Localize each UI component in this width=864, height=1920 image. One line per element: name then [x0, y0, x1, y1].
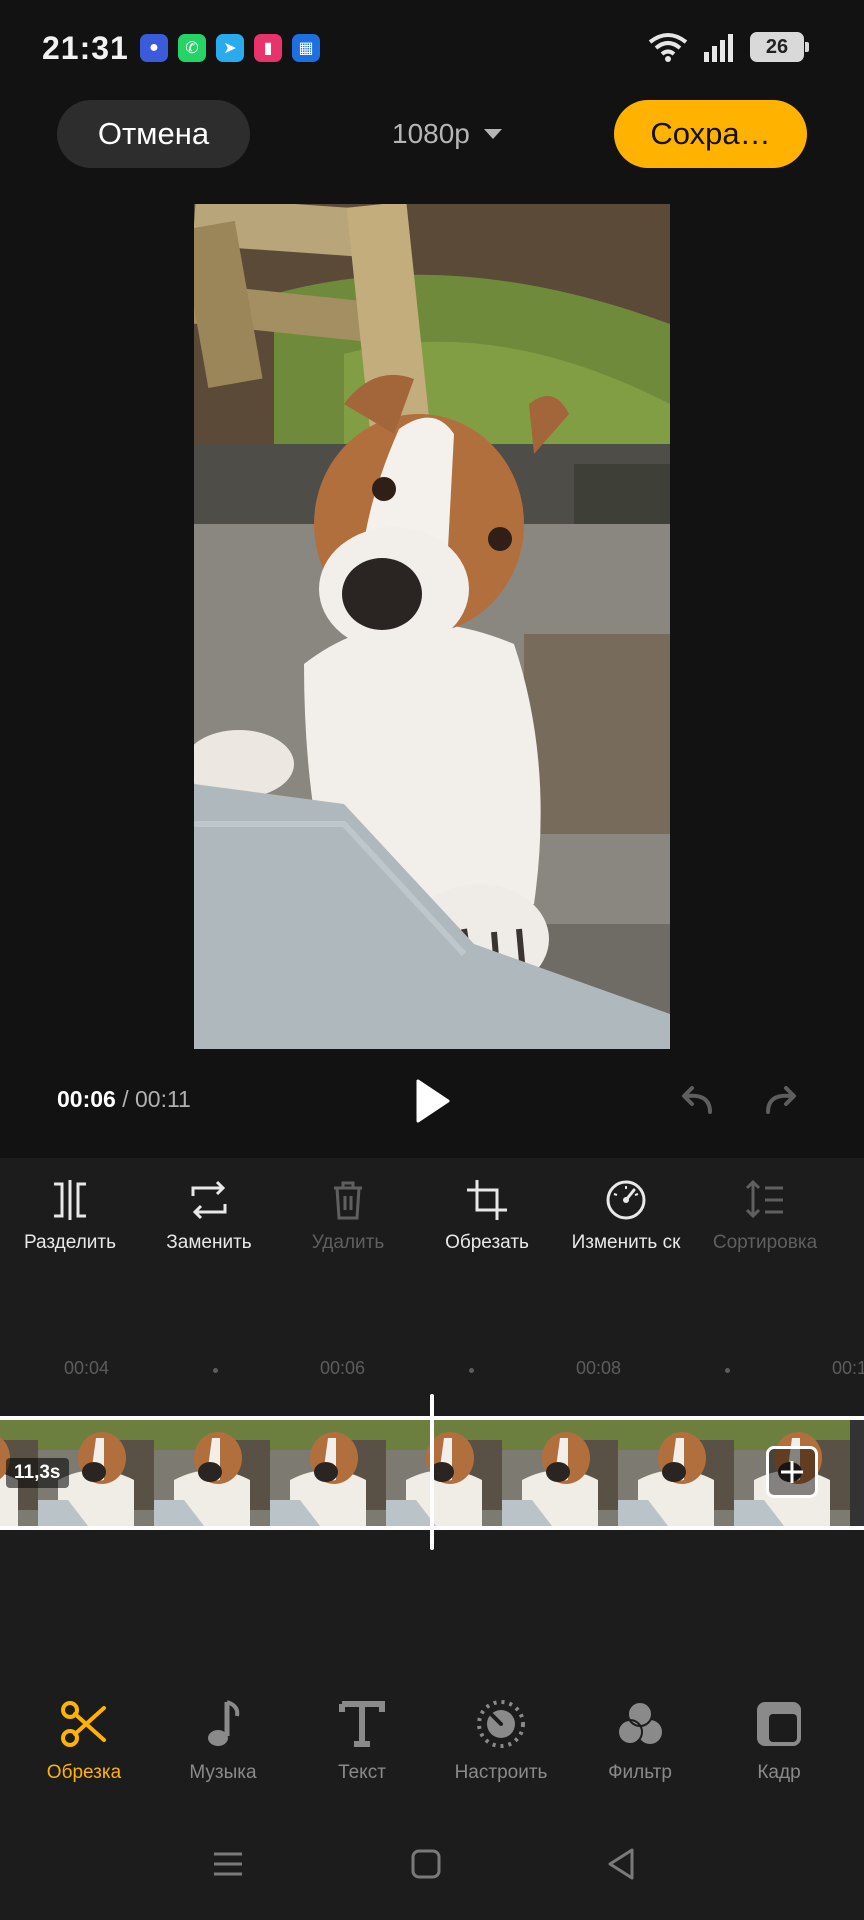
clip-duration-badge: 11,3s — [6, 1458, 69, 1488]
chat-app-icon: ● — [140, 34, 168, 62]
add-clip-button[interactable] — [766, 1446, 818, 1498]
replace-icon — [191, 1180, 227, 1220]
undo-icon[interactable] — [676, 1084, 716, 1118]
status-indicators: 26 — [648, 32, 809, 62]
ruler-tick: 00:1 — [832, 1358, 864, 1378]
speed-button[interactable]: Изменить ск — [561, 1178, 691, 1278]
sort-button[interactable]: Сортировка — [700, 1178, 830, 1278]
system-nav-bar — [0, 1818, 864, 1918]
timeline-ruler: 00:04 00:06 00:08 00:1 — [0, 1358, 864, 1388]
clip-thumbnail — [154, 1420, 270, 1526]
video-preview[interactable] — [194, 204, 670, 1049]
time-separator: / — [122, 1086, 129, 1112]
back-icon[interactable] — [602, 1844, 642, 1884]
crop-icon — [467, 1180, 507, 1220]
frame-icon — [757, 1702, 801, 1746]
clip-thumbnail — [502, 1420, 618, 1526]
total-time: 00:11 — [135, 1086, 191, 1112]
editor-panel: Разделить Заменить Удалить Обрезать Изме… — [0, 1158, 864, 1920]
speed-icon — [606, 1180, 646, 1220]
whatsapp-icon: ✆ — [178, 34, 206, 62]
nav-adjust[interactable]: Настроить — [431, 1698, 571, 1784]
redo-icon[interactable] — [762, 1084, 802, 1118]
split-icon — [54, 1180, 86, 1220]
signal-icon — [704, 34, 733, 62]
video-app-icon: ▮ — [254, 34, 282, 62]
status-app-icons: ● ✆ ➤ ▮ ▦ — [140, 34, 320, 62]
nav-filter-label: Фильтр — [608, 1762, 672, 1783]
replace-button[interactable]: Заменить — [144, 1178, 274, 1278]
ruler-tick: 00:08 — [576, 1358, 622, 1378]
nav-trim-label: Обрезка — [46, 1762, 122, 1783]
bottom-nav: Обрезка Музыка Текст Настроить Фильтр Ка… — [0, 1698, 864, 1808]
split-button[interactable]: Разделить — [5, 1178, 135, 1278]
split-label: Разделить — [23, 1232, 116, 1253]
play-icon[interactable] — [412, 1078, 452, 1124]
nav-frame[interactable]: Кадр — [709, 1698, 849, 1784]
resolution-dropdown[interactable]: 1080p — [392, 112, 502, 156]
nav-text[interactable]: Текст — [292, 1698, 432, 1784]
maps-app-icon: ▦ — [292, 34, 320, 62]
status-bar: 21:31 ● ✆ ➤ ▮ ▦ 26 — [0, 0, 864, 100]
ruler-dot — [725, 1368, 730, 1373]
dog-video-frame — [194, 204, 670, 1049]
status-time: 21:31 — [42, 30, 129, 66]
delete-label: Удалить — [311, 1232, 385, 1253]
plus-icon — [781, 1461, 803, 1483]
clip-thumbnail — [618, 1420, 734, 1526]
crop-button[interactable]: Обрезать — [422, 1178, 552, 1278]
filter-icon — [617, 1701, 662, 1745]
ruler-tick: 00:06 — [320, 1358, 366, 1378]
adjust-dial-icon — [477, 1700, 525, 1748]
replace-label: Заменить — [166, 1232, 252, 1253]
wifi-icon — [648, 33, 688, 62]
home-icon[interactable] — [406, 1844, 446, 1884]
time-readout: 00:06 / 00:11 — [57, 1086, 191, 1113]
text-icon — [339, 1701, 385, 1747]
resolution-value: 1080p — [392, 118, 470, 149]
save-button[interactable]: Сохра… — [614, 100, 807, 168]
trash-icon — [334, 1181, 362, 1220]
speed-label: Изменить ск — [571, 1232, 681, 1253]
telegram-icon: ➤ — [216, 34, 244, 62]
current-time: 00:06 — [57, 1086, 116, 1112]
scissors-icon — [61, 1701, 106, 1747]
crop-label: Обрезать — [445, 1232, 529, 1253]
battery-indicator: 26 — [750, 32, 809, 62]
ruler-tick: 00:04 — [64, 1358, 110, 1378]
sort-icon — [745, 1179, 783, 1219]
sort-label: Сортировка — [712, 1232, 818, 1253]
delete-button[interactable]: Удалить — [283, 1178, 413, 1278]
playhead[interactable] — [430, 1394, 434, 1550]
nav-frame-label: Кадр — [757, 1762, 801, 1783]
ruler-dot — [213, 1368, 218, 1373]
nav-music[interactable]: Музыка — [153, 1698, 293, 1784]
music-note-icon — [208, 1700, 240, 1746]
chevron-down-icon — [483, 129, 502, 139]
ruler-dot — [469, 1368, 474, 1373]
nav-music-label: Музыка — [189, 1762, 257, 1783]
edit-toolbar: Разделить Заменить Удалить Обрезать Изме… — [0, 1158, 864, 1278]
nav-adjust-label: Настроить — [454, 1762, 548, 1783]
menu-icon[interactable] — [208, 1844, 248, 1884]
clip-thumbnail — [270, 1420, 386, 1526]
nav-text-label: Текст — [338, 1762, 386, 1783]
cancel-button[interactable]: Отмена — [57, 100, 250, 168]
nav-trim[interactable]: Обрезка — [14, 1698, 154, 1784]
clip-thumbnail — [386, 1420, 502, 1526]
nav-filter[interactable]: Фильтр — [570, 1698, 710, 1784]
